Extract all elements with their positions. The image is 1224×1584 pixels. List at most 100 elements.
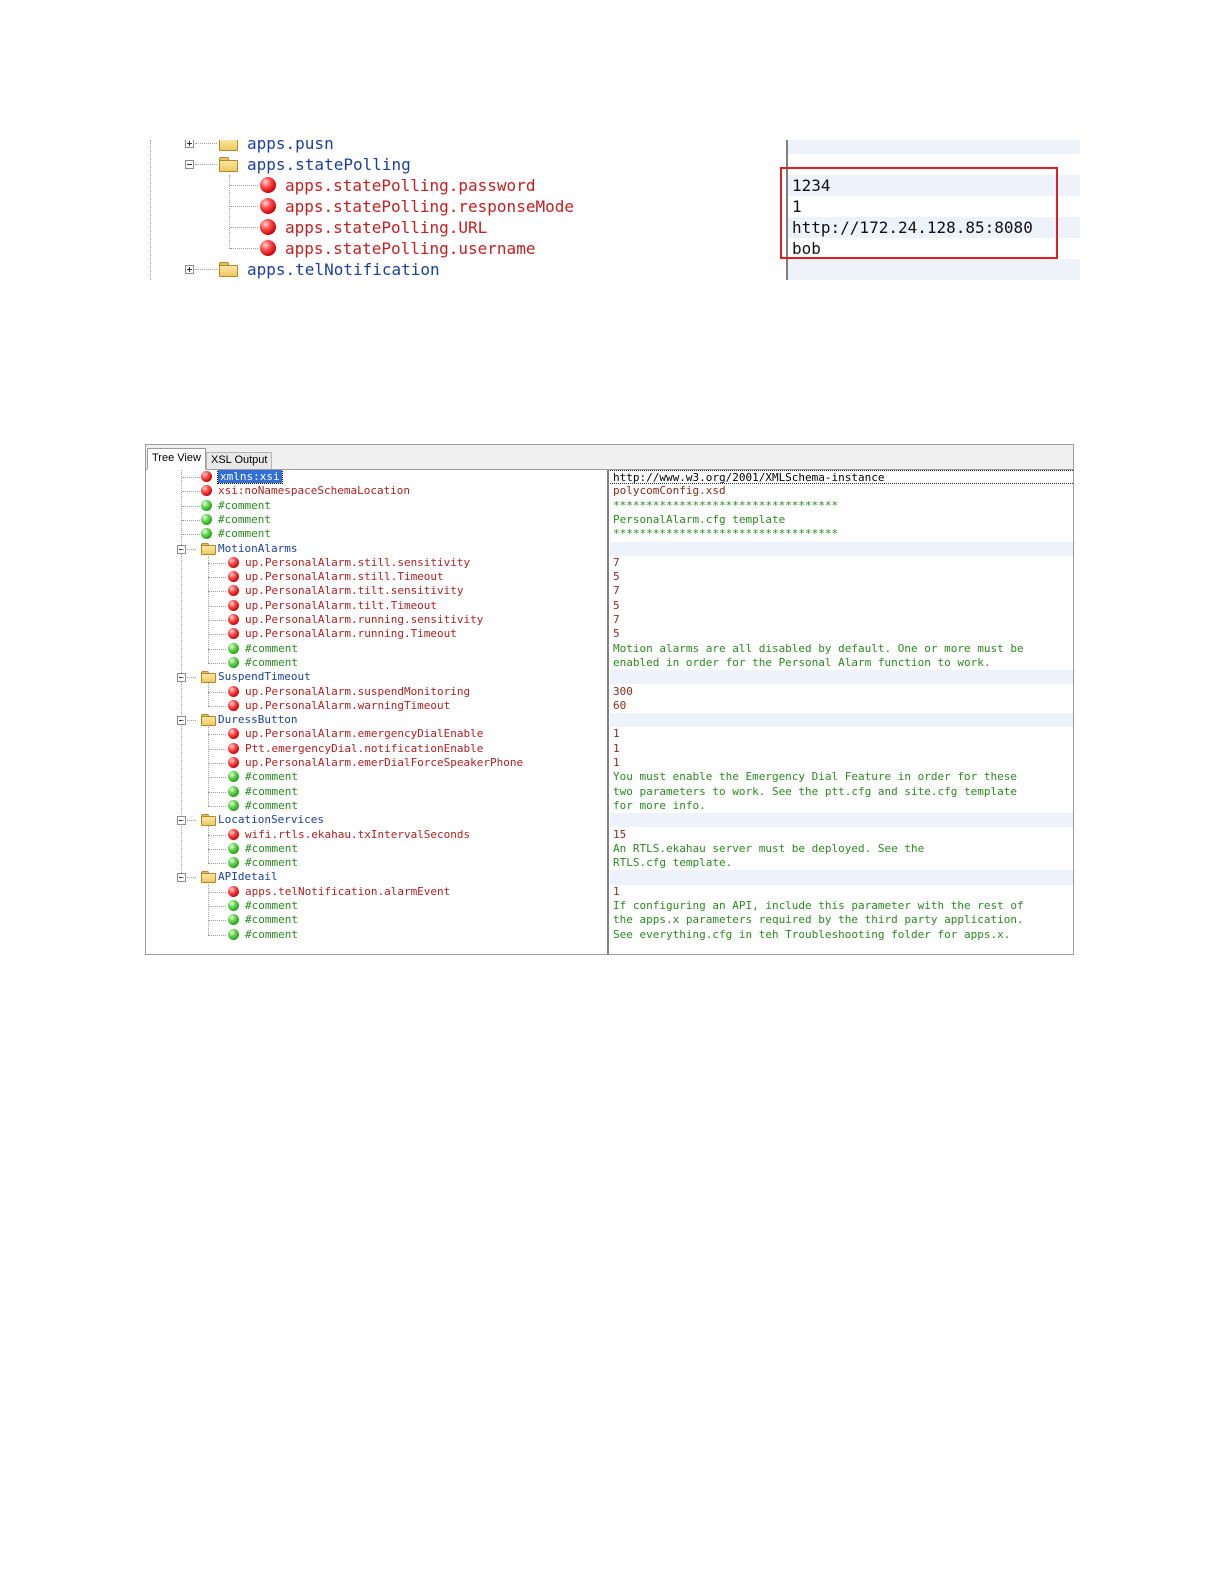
value-cell[interactable] — [610, 870, 1073, 885]
tree-branch-line — [230, 227, 258, 228]
red-ball-icon — [228, 699, 239, 711]
value-cell[interactable] — [788, 259, 1080, 280]
comment-text[interactable]: If configuring an API, include this para… — [610, 899, 1073, 913]
tree-node-label[interactable]: #comment — [218, 499, 271, 513]
tab-tree-view[interactable]: Tree View — [147, 448, 206, 470]
tree-node-label[interactable]: up.PersonalAlarm.running.sensitivity — [245, 613, 483, 627]
tree-node-label[interactable]: Ptt.emergencyDial.notificationEnable — [245, 742, 483, 756]
tree-node-label[interactable]: #comment — [218, 527, 271, 541]
value-cell[interactable]: 5 — [610, 627, 1073, 641]
comment-text[interactable]: for more info. — [610, 799, 1073, 813]
tree-node-label[interactable]: apps.telNotification.alarmEvent — [245, 885, 450, 899]
value-cell[interactable]: 7 — [610, 613, 1073, 627]
value-cell[interactable] — [610, 713, 1073, 728]
tree-node-label[interactable]: up.PersonalAlarm.warningTimeout — [245, 699, 450, 713]
tree-node-label[interactable]: xsi:noNamespaceSchemaLocation — [218, 484, 410, 498]
tree-node-label[interactable]: up.PersonalAlarm.tilt.sensitivity — [245, 584, 464, 598]
tree-node-label[interactable]: apps.push — [247, 140, 334, 154]
comment-text[interactable]: two parameters to work. See the ptt.cfg … — [610, 785, 1073, 799]
tree-node-label[interactable]: up.PersonalAlarm.emergencyDialEnable — [245, 727, 483, 741]
green-ball-icon — [228, 785, 239, 797]
value-cell[interactable]: 5 — [610, 599, 1073, 613]
tree-node-label[interactable]: xmlns:xsi — [217, 470, 283, 484]
tree-node-label[interactable]: #comment — [245, 899, 298, 913]
node-label-text: #comment — [245, 770, 298, 784]
node-label-text: xsi:noNamespaceSchemaLocation — [218, 484, 411, 498]
value-cell[interactable]: 1 — [610, 885, 1073, 899]
value-cell[interactable] — [610, 670, 1073, 685]
tab-xsl-output[interactable]: XSL Output — [206, 452, 273, 469]
node-label-text: up.PersonalAlarm.suspendMonitoring — [245, 684, 471, 698]
red-ball-icon — [228, 614, 239, 625]
tree-pane[interactable]: xmlns:xsi xsi:noNamespaceSchemaLocation #c… — [146, 470, 608, 954]
comment-text[interactable]: Motion alarms are all disabled by defaul… — [610, 642, 1073, 656]
comment-text[interactable]: You must enable the Emergency Dial Featu… — [610, 770, 1073, 784]
tree-node-label[interactable]: #comment — [245, 799, 298, 813]
plus-box-icon[interactable] — [185, 140, 194, 148]
value-pane[interactable]: http://www.w3.org/2001/XMLSchema-instanc… — [610, 470, 1073, 954]
value-cell[interactable] — [610, 813, 1073, 828]
comment-text[interactable]: RTLS.cfg template. — [610, 856, 1073, 870]
tree-branch-line — [195, 269, 217, 270]
comment-text[interactable]: the apps.x parameters required by the th… — [610, 913, 1073, 927]
value-cell[interactable] — [788, 140, 1080, 154]
tree-node-label[interactable]: #comment — [245, 770, 298, 784]
comment-text[interactable]: An RTLS.ekahau server must be deployed. … — [610, 842, 1073, 856]
tree-node-label[interactable]: up.PersonalAlarm.emerDialForceSpeakerPho… — [245, 756, 523, 770]
comment-text[interactable]: See everything.cfg in teh Troubleshootin… — [610, 928, 1073, 942]
node-label-text: #comment — [245, 913, 298, 927]
value-cell[interactable]: 1 — [610, 756, 1073, 770]
value-cell[interactable]: 1 — [610, 742, 1073, 756]
tree-node-label[interactable]: LocationServices — [218, 813, 324, 827]
tree-node-label[interactable]: #comment — [245, 642, 298, 656]
tree-node-label[interactable]: up.PersonalAlarm.still.Timeout — [245, 570, 444, 584]
tree-node-label[interactable]: apps.statePolling.responseMode — [285, 196, 574, 217]
comment-text[interactable]: PersonalAlarm.cfg template — [610, 513, 1073, 527]
value-cell[interactable]: polycomConfig.xsd — [610, 484, 1073, 498]
tree-branch-line — [208, 648, 226, 650]
value-cell[interactable]: 1 — [610, 727, 1073, 741]
tree-branch-line — [208, 662, 226, 664]
comment-text[interactable]: ********************************** — [610, 499, 1073, 513]
red-ball-icon — [228, 556, 239, 568]
red-ball-icon — [228, 728, 239, 740]
tree-branch-line — [208, 777, 226, 779]
value-cell[interactable] — [610, 541, 1073, 556]
tree-node-label[interactable]: SuspendTimeout — [218, 670, 311, 684]
value-cell[interactable]: http://www.w3.org/2001/XMLSchema-instanc… — [610, 470, 1073, 485]
tree-node-label[interactable]: MotionAlarms — [218, 542, 297, 556]
tree-node-label[interactable]: up.PersonalAlarm.still.sensitivity — [245, 556, 470, 570]
tree-node-label[interactable]: #comment — [218, 513, 271, 527]
tree-node-label[interactable]: DuressButton — [218, 713, 297, 727]
xml-editor-window: Tree View XSL Output xmlns:xsi xsi:noName… — [145, 444, 1074, 955]
tree-node-label[interactable]: #comment — [245, 913, 298, 927]
comment-text[interactable]: enabled in order for the Personal Alarm … — [610, 656, 1073, 670]
pane-splitter[interactable] — [607, 470, 609, 954]
tree-node-label[interactable]: #comment — [245, 842, 298, 856]
tree-node-label[interactable]: up.PersonalAlarm.suspendMonitoring — [245, 685, 470, 699]
node-label-text: up.PersonalAlarm.tilt.sensitivity — [245, 584, 464, 598]
tree-node-label[interactable]: up.PersonalAlarm.running.Timeout — [245, 627, 457, 641]
tree-node-label[interactable]: #comment — [245, 785, 298, 799]
plus-box-icon[interactable] — [185, 265, 194, 274]
tree-node-label[interactable]: wifi.rtls.ekahau.txIntervalSeconds — [245, 828, 470, 842]
tree-node-label[interactable]: apps.statePolling.username — [285, 238, 535, 259]
value-cell[interactable]: 60 — [610, 699, 1073, 713]
value-cell[interactable]: 15 — [610, 828, 1073, 842]
tree-branch-line — [208, 834, 226, 836]
value-cell[interactable]: 7 — [610, 584, 1073, 598]
tree-node-label[interactable]: apps.telNotification — [247, 259, 440, 280]
minus-box-icon[interactable] — [185, 160, 194, 169]
tree-node-label[interactable]: up.PersonalAlarm.tilt.Timeout — [245, 599, 437, 613]
value-cell[interactable]: 5 — [610, 570, 1073, 584]
comment-text[interactable]: ********************************** — [610, 527, 1073, 541]
tree-node-label[interactable]: apps.statePolling.URL — [285, 217, 487, 238]
tree-node-label[interactable]: apps.statePolling — [247, 154, 411, 175]
tree-node-label[interactable]: #comment — [245, 928, 298, 942]
value-cell[interactable]: 7 — [610, 556, 1073, 570]
value-cell[interactable]: 300 — [610, 685, 1073, 699]
tree-node-label[interactable]: APIdetail — [218, 870, 278, 884]
tree-node-label[interactable]: apps.statePolling.password — [285, 175, 535, 196]
tree-node-label[interactable]: #comment — [245, 656, 298, 670]
tree-node-label[interactable]: #comment — [245, 856, 298, 870]
